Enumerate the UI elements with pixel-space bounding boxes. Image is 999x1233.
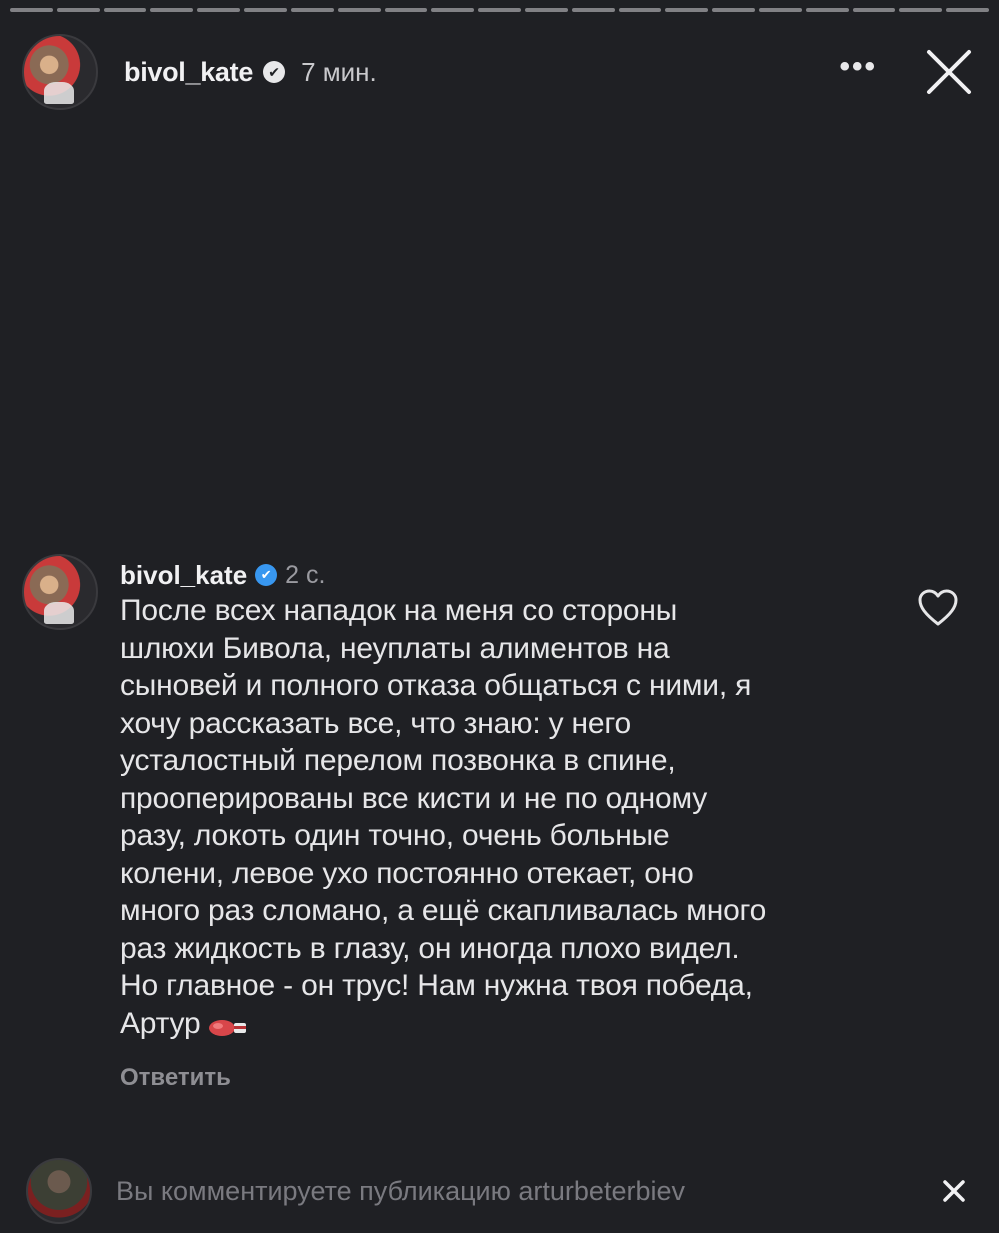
progress-segment — [805, 8, 849, 12]
progress-segment — [431, 8, 475, 12]
progress-segment — [56, 8, 100, 12]
verified-badge-icon: ✔ — [263, 61, 286, 83]
progress-segment — [571, 8, 615, 12]
progress-segment — [524, 8, 568, 12]
comment-text-wrapper: После всех нападок на меня со стороны шл… — [120, 592, 880, 1042]
reply-button[interactable]: Ответить — [120, 1064, 231, 1092]
progress-segment — [712, 8, 755, 12]
comment-item: bivol_kate ✔ 2 с. После всех нападок на … — [22, 554, 969, 1092]
story-comment-screen: bivol_kate ✔ 7 мин. ••• bivol_kate ✔ 2 с… — [0, 0, 999, 1233]
progress-segment — [197, 8, 241, 12]
comment-username[interactable]: bivol_kate — [120, 560, 247, 591]
story-progress-bar — [10, 8, 990, 12]
comment-text: После всех нападок на меня со стороны шл… — [120, 594, 767, 1040]
close-story-button[interactable] — [923, 46, 975, 98]
progress-segment — [337, 8, 381, 12]
more-options-button[interactable]: ••• — [839, 52, 877, 92]
progress-segment — [290, 8, 334, 12]
boxing-glove-icon — [209, 1020, 247, 1037]
comment-body: bivol_kate ✔ 2 с. После всех нападок на … — [120, 554, 880, 1092]
close-icon — [927, 50, 971, 94]
current-user-avatar — [26, 1158, 92, 1224]
progress-segment — [759, 8, 802, 12]
progress-segment — [852, 8, 896, 12]
verified-badge-icon: ✔ — [255, 564, 278, 586]
author-avatar[interactable] — [22, 34, 98, 110]
close-icon — [943, 1180, 965, 1202]
dismiss-context-button[interactable] — [939, 1176, 969, 1206]
progress-segment — [244, 8, 287, 12]
progress-segment — [150, 8, 194, 12]
comment-meta: bivol_kate ✔ 2 с. — [120, 558, 880, 592]
author-username[interactable]: bivol_kate — [124, 57, 253, 88]
story-header: bivol_kate ✔ 7 мин. ••• — [22, 34, 975, 110]
heart-icon — [918, 589, 958, 626]
progress-segment — [665, 8, 709, 12]
reply-context-text: Вы комментируете публикацию arturbeterbi… — [116, 1175, 685, 1206]
progress-segment — [899, 8, 943, 12]
progress-segment — [10, 8, 53, 12]
story-time: 7 мин. — [301, 56, 377, 87]
progress-segment — [384, 8, 428, 12]
comment-avatar[interactable] — [22, 554, 98, 630]
progress-segment — [618, 8, 662, 12]
reply-context-bar: Вы комментируете публикацию arturbeterbi… — [26, 1158, 969, 1224]
progress-segment — [103, 8, 147, 12]
progress-segment — [478, 8, 521, 12]
like-button[interactable] — [917, 588, 959, 628]
progress-segment — [946, 8, 990, 12]
comment-time: 2 с. — [285, 560, 326, 589]
